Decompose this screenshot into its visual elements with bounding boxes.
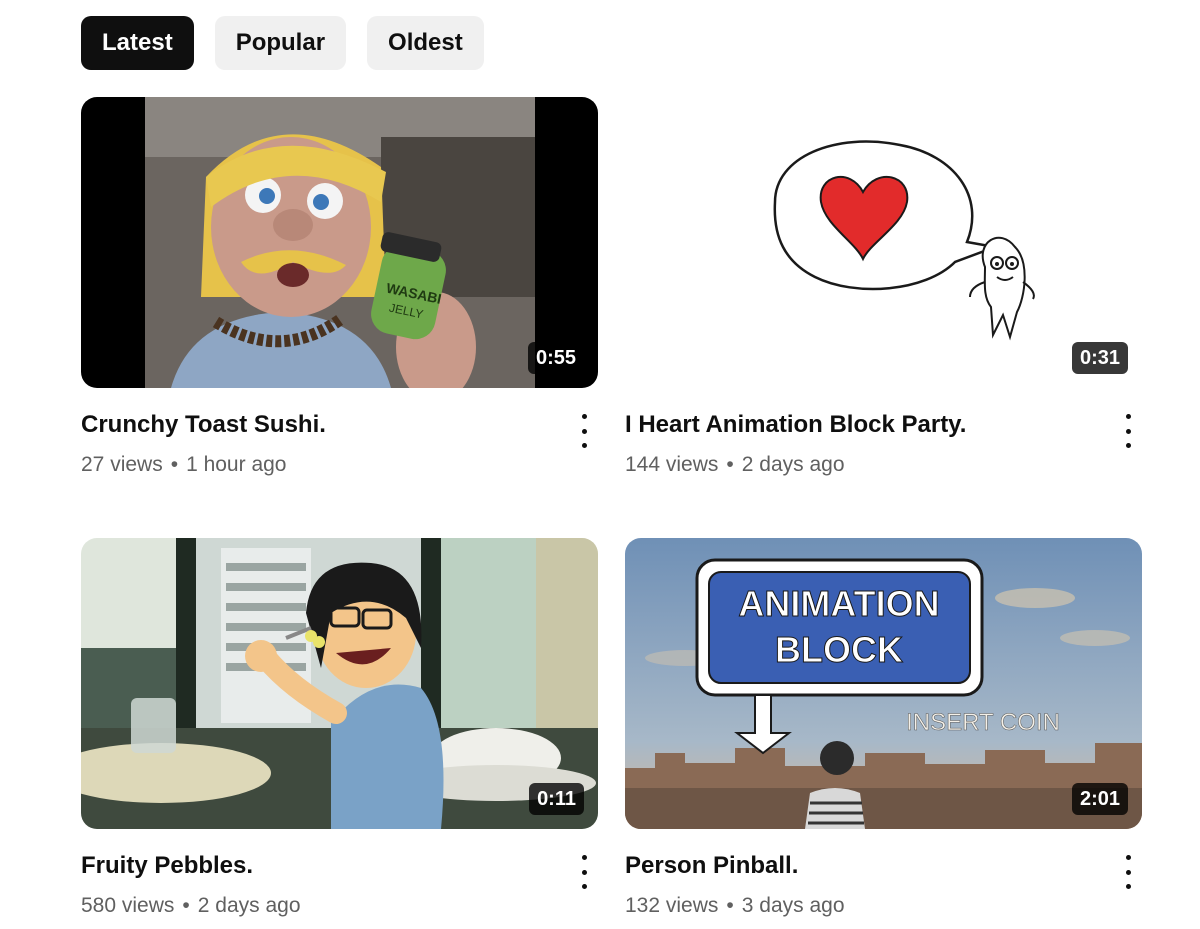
heart-bubble-thumbnail-art [625, 97, 1142, 388]
sign-text-line2: BLOCK [775, 629, 903, 670]
video-duration-badge: 0:31 [1071, 342, 1128, 374]
upload-age: 2 days ago [741, 453, 845, 476]
sign-text-line1: ANIMATION [738, 583, 939, 624]
view-count: 27 views [81, 453, 163, 476]
view-count: 144 views [625, 453, 719, 476]
video-title[interactable]: Crunchy Toast Sushi. [81, 410, 598, 440]
video-card[interactable]: 0:11 Fruity Pebbles. 580 views • 2 days ag… [81, 538, 598, 919]
video-card[interactable]: ANIMATION BLOCK INSERT COIN 2:01 Person … [625, 538, 1142, 919]
upload-age: 3 days ago [741, 894, 845, 917]
video-duration-badge: 0:55 [527, 342, 584, 374]
video-card[interactable]: 0:31 I Heart Animation Block Party. 144 … [625, 97, 1142, 478]
video-title[interactable]: Fruity Pebbles. [81, 851, 598, 881]
cafe-window-thumbnail-art [81, 538, 598, 829]
video-thumbnail[interactable]: WASABI JELLY 0:55 [81, 97, 598, 388]
video-stats: 27 views • 1 hour ago [81, 453, 287, 476]
kebab-menu-icon[interactable] [1114, 855, 1142, 889]
view-count: 580 views [81, 894, 175, 917]
video-thumbnail[interactable]: 0:31 [625, 97, 1142, 388]
video-title[interactable]: I Heart Animation Block Party. [625, 410, 1142, 440]
claymation-thumbnail-art: WASABI JELLY [81, 97, 598, 388]
upload-age: 2 days ago [197, 894, 301, 917]
video-thumbnail[interactable]: 0:11 [81, 538, 598, 829]
view-count: 132 views [625, 894, 719, 917]
video-stats: 132 views • 3 days ago [625, 894, 845, 917]
kebab-menu-icon[interactable] [1114, 414, 1142, 448]
upload-age: 1 hour ago [186, 453, 287, 476]
video-duration-badge: 0:11 [529, 783, 584, 815]
video-card[interactable]: WASABI JELLY 0:55 Crunchy Toast Sushi. 2… [81, 97, 598, 478]
kebab-menu-icon[interactable] [570, 855, 598, 889]
sort-filter-bar: Latest Popular Oldest [81, 16, 484, 70]
kebab-menu-icon[interactable] [570, 414, 598, 448]
filter-latest-chip[interactable]: Latest [81, 16, 194, 70]
insert-coin-text: INSERT COIN [906, 709, 1060, 736]
filter-oldest-chip[interactable]: Oldest [367, 16, 484, 70]
animation-block-sign-thumbnail-art: ANIMATION BLOCK INSERT COIN [625, 538, 1142, 829]
video-title[interactable]: Person Pinball. [625, 851, 1142, 881]
video-stats: 580 views • 2 days ago [81, 894, 301, 917]
filter-popular-chip[interactable]: Popular [214, 16, 347, 70]
video-duration-badge: 2:01 [1071, 783, 1128, 815]
video-thumbnail[interactable]: ANIMATION BLOCK INSERT COIN 2:01 [625, 538, 1142, 829]
video-stats: 144 views • 2 days ago [625, 453, 845, 476]
